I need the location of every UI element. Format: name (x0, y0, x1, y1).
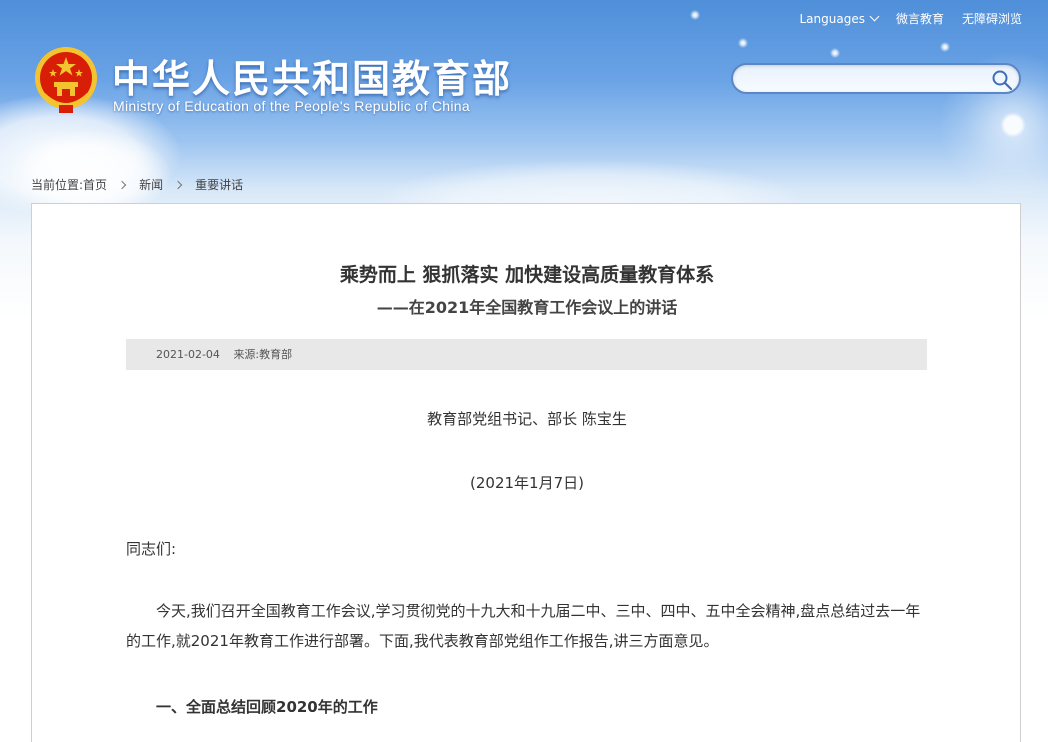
top-links: Languages 微言教育 无障碍浏览 (799, 10, 1022, 27)
breadcrumb-news[interactable]: 新闻 (139, 176, 163, 193)
chevron-down-icon (869, 11, 880, 22)
article-title: 乘势而上 狠抓落实 加快建设高质量教育体系 (339, 264, 715, 286)
article-meta: 2021-02-04 来源:教育部 (126, 339, 927, 370)
seed-decoration (830, 48, 840, 58)
site-title[interactable]: 中华人民共和国教育部 (112, 48, 512, 103)
search-box (731, 63, 1021, 94)
paragraph: 今天,我们召开全国教育工作会议,学习贯彻党的十九大和十九届二中、三中、四中、五中… (126, 602, 921, 650)
article-subtitle: ——在2021年全国教育工作会议上的讲话 (376, 298, 678, 317)
accessibility-link[interactable]: 无障碍浏览 (962, 10, 1022, 27)
salutation: 同志们: (126, 540, 177, 558)
speaker-line: 教育部党组书记、部长 陈宝生 (427, 410, 627, 428)
chevron-right-icon (117, 180, 127, 189)
search-input[interactable] (745, 69, 985, 89)
search-icon[interactable] (991, 69, 1013, 91)
seed-decoration (690, 10, 700, 20)
weiyan-education-link[interactable]: 微言教育 (896, 10, 944, 27)
seed-decoration (738, 38, 748, 48)
article-source: 来源:教育部 (233, 348, 293, 361)
languages-link[interactable]: Languages (799, 11, 880, 26)
article-container: 乘势而上 狠抓落实 加快建设高质量教育体系 ——在2021年全国教育工作会议上的… (31, 203, 1021, 742)
section-heading: 一、全面总结回顾2020年的工作 (156, 698, 378, 716)
breadcrumb-important-speeches[interactable]: 重要讲话 (195, 176, 243, 193)
article-date: 2021-02-04 (156, 348, 220, 361)
languages-label: Languages (799, 11, 865, 26)
speech-date: (2021年1月7日) (470, 474, 584, 492)
site-subtitle: Ministry of Education of the People's Re… (113, 98, 470, 114)
seed-decoration (940, 42, 950, 52)
national-emblem-icon[interactable] (33, 45, 99, 115)
breadcrumb: 当前位置: 首页 新闻 重要讲话 (31, 176, 243, 193)
breadcrumb-home[interactable]: 首页 (83, 176, 107, 193)
chevron-right-icon (173, 180, 183, 189)
breadcrumb-label: 当前位置: (31, 178, 84, 192)
